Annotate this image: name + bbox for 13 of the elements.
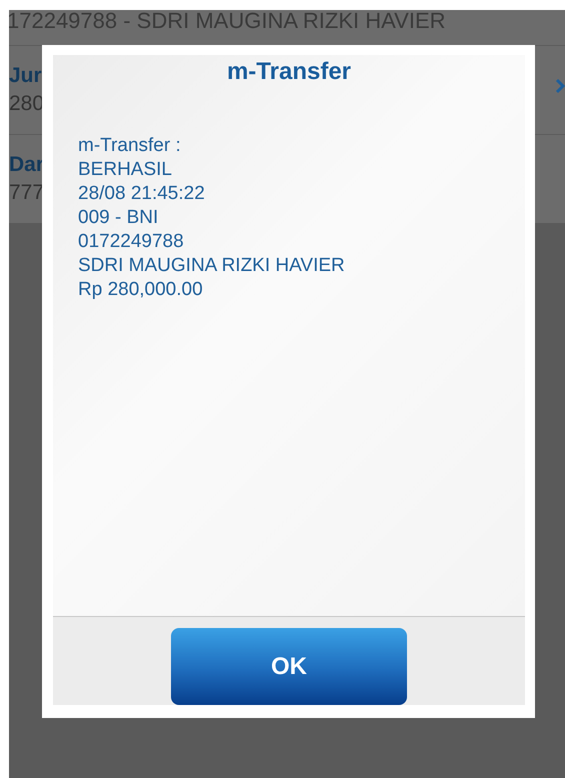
ok-button[interactable]: OK [171, 628, 407, 705]
message-line: Rp 280,000.00 [78, 278, 204, 302]
message-line: m-Transfer : [78, 134, 182, 158]
message-line: 0172249788 [78, 230, 185, 254]
row-label: Jur [9, 64, 43, 88]
message-line: BERHASIL [78, 158, 173, 182]
message-line: 28/08 21:45:22 [78, 182, 206, 206]
row-value: 280 [9, 92, 44, 116]
row-label: Dar [9, 153, 44, 177]
row-value: 777 [9, 181, 44, 205]
dialog-title: m-Transfer [226, 57, 352, 86]
message-line: SDRI MAUGINA RIZKI HAVIER [78, 254, 346, 278]
message-line: 009 - BNI [78, 206, 160, 230]
